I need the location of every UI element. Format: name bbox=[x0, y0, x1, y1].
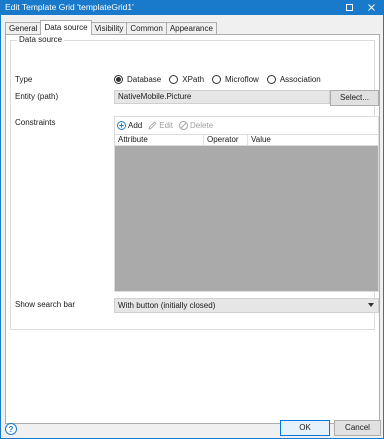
radio-association[interactable]: Association bbox=[266, 75, 321, 84]
close-icon bbox=[367, 4, 375, 11]
constraints-label: Constraints bbox=[15, 118, 56, 127]
chevron-down-icon bbox=[368, 303, 374, 307]
type-radio-group: Database XPath Microflow Association bbox=[114, 75, 329, 84]
type-label: Type bbox=[15, 75, 33, 84]
dialog-window: General Data source Visibility Common Ap… bbox=[0, 15, 384, 439]
cancel-button[interactable]: Cancel bbox=[334, 420, 381, 436]
radio-xpath[interactable]: XPath bbox=[169, 75, 204, 84]
tab-strip: General Data source Visibility Common Ap… bbox=[5, 20, 217, 35]
constraints-grid: Add Edit Delete Attribute Operator Value bbox=[114, 116, 379, 292]
radio-button[interactable] bbox=[212, 75, 222, 84]
close-button[interactable] bbox=[361, 0, 381, 15]
tab-panel: Data source Type Database XPath Microflo… bbox=[5, 34, 380, 424]
maximize-button[interactable] bbox=[339, 0, 359, 15]
pencil-icon bbox=[148, 121, 157, 130]
ok-button[interactable]: OK bbox=[280, 420, 330, 436]
tab-data-source[interactable]: Data source bbox=[40, 20, 92, 35]
help-button[interactable]: ? bbox=[5, 423, 17, 435]
edit-constraint-button[interactable]: Edit bbox=[148, 121, 173, 130]
window-title: Edit Template Grid 'templateGrid1' bbox=[5, 2, 134, 12]
data-source-group: Data source Type Database XPath Microflo… bbox=[10, 35, 379, 330]
radio-button[interactable] bbox=[114, 75, 123, 84]
column-header-value[interactable]: Value bbox=[247, 135, 378, 145]
add-icon bbox=[117, 121, 126, 130]
radio-label: Microflow bbox=[225, 75, 259, 84]
select-entity-button[interactable]: Select... bbox=[330, 90, 379, 106]
column-header-attribute[interactable]: Attribute bbox=[115, 135, 203, 145]
constraints-toolbar: Add Edit Delete bbox=[115, 117, 378, 134]
radio-button[interactable] bbox=[266, 75, 276, 84]
edit-label: Edit bbox=[159, 121, 174, 130]
delete-constraint-button[interactable]: Delete bbox=[179, 121, 213, 130]
search-bar-dropdown[interactable]: With button (initially closed) bbox=[114, 298, 379, 313]
entity-path-field[interactable]: NativeMobile.Picture bbox=[114, 90, 330, 104]
question-icon: ? bbox=[8, 424, 14, 434]
entity-label: Entity (path) bbox=[15, 92, 59, 101]
radio-database[interactable]: Database bbox=[114, 75, 161, 84]
radio-label: Database bbox=[127, 75, 162, 84]
radio-button[interactable] bbox=[169, 75, 179, 84]
constraints-header: Attribute Operator Value bbox=[115, 134, 378, 146]
radio-label: Association bbox=[279, 75, 321, 84]
add-label: Add bbox=[128, 121, 143, 130]
group-title: Data source bbox=[17, 35, 65, 44]
radio-label: XPath bbox=[182, 75, 205, 84]
radio-microflow[interactable]: Microflow bbox=[212, 75, 259, 84]
search-bar-value: With button (initially closed) bbox=[118, 301, 216, 310]
constraints-list-body[interactable] bbox=[115, 146, 378, 291]
search-bar-label: Show search bar bbox=[15, 300, 76, 309]
maximize-icon bbox=[345, 4, 353, 11]
delete-icon bbox=[179, 121, 188, 130]
column-header-operator[interactable]: Operator bbox=[203, 135, 247, 145]
title-bar: Edit Template Grid 'templateGrid1' bbox=[0, 0, 384, 15]
delete-label: Delete bbox=[190, 121, 214, 130]
add-constraint-button[interactable]: Add bbox=[117, 121, 142, 130]
